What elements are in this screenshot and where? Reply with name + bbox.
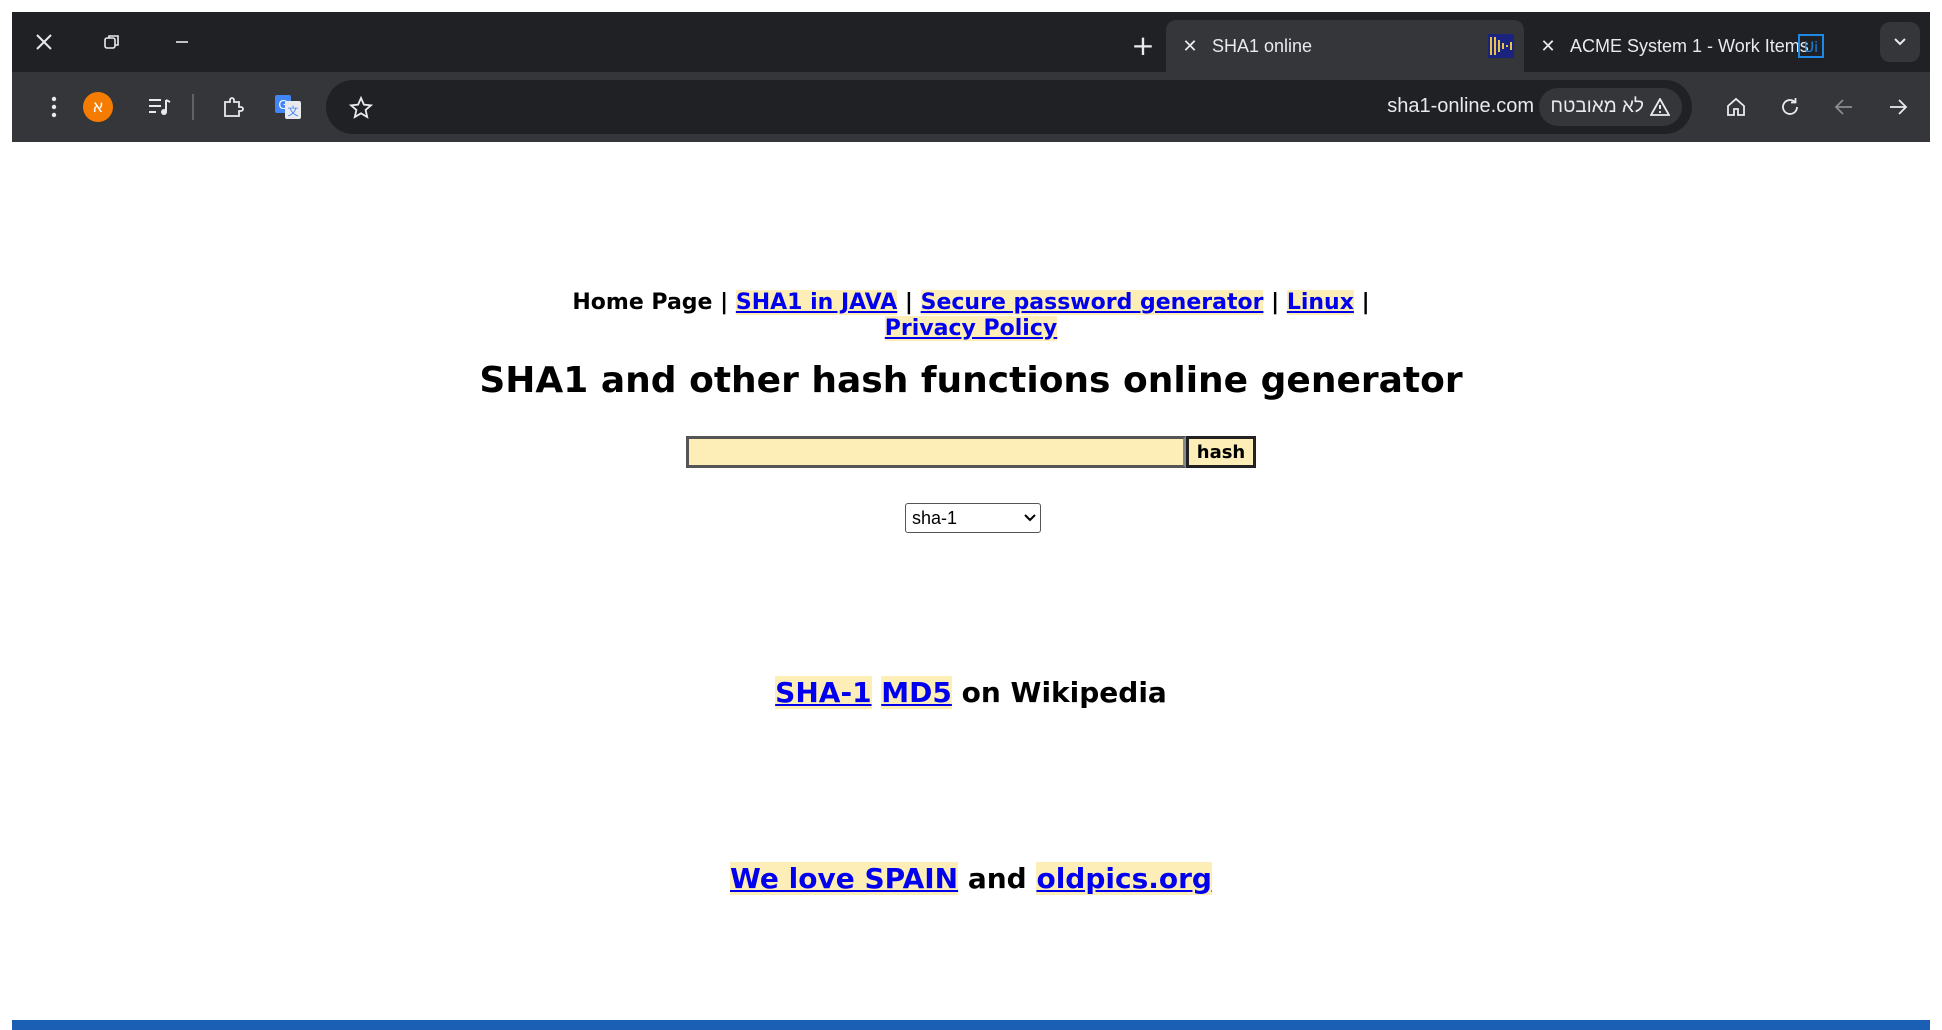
tab-title: SHA1 online	[1212, 35, 1313, 56]
wiki-link-sha1[interactable]: SHA-1	[775, 676, 872, 709]
wiki-link-md5[interactable]: MD5	[881, 676, 952, 709]
close-window-icon[interactable]	[24, 22, 64, 62]
bookmark-star-icon[interactable]	[346, 93, 376, 123]
url-text[interactable]: sha1-online.com	[1387, 95, 1534, 118]
chevron-down-icon	[1024, 514, 1036, 522]
hash-button[interactable]: hash	[1186, 436, 1256, 468]
restore-window-icon[interactable]	[92, 22, 132, 62]
svg-text:文: 文	[288, 104, 299, 118]
back-arrow-icon[interactable]	[1824, 87, 1864, 127]
window-frame-top	[0, 0, 1942, 12]
tab-acme-system[interactable]: ✕ ACME System 1 - Work Items Ui	[1524, 20, 1834, 72]
translate-icon[interactable]: G文	[268, 87, 308, 127]
nav-separator: |	[720, 290, 729, 315]
footer-links: We love SPAIN and oldpics.org	[12, 862, 1930, 895]
profile-avatar[interactable]: א	[83, 92, 113, 122]
hash-input[interactable]	[686, 436, 1186, 468]
security-indicator[interactable]: לא מאובטח	[1538, 88, 1682, 126]
tab-close-icon[interactable]: ✕	[1180, 36, 1200, 57]
hash-form: hash	[686, 436, 1256, 468]
tab-sha1-online[interactable]: ✕ SHA1 online	[1166, 20, 1524, 72]
svg-text:Ui: Ui	[1804, 40, 1818, 56]
nav-separator: |	[904, 290, 913, 315]
web-page: Home Page | SHA1 in JAVA | Secure passwo…	[12, 142, 1930, 1018]
reading-list-icon[interactable]	[139, 87, 179, 127]
site-navigation: Home Page | SHA1 in JAVA | Secure passwo…	[12, 290, 1930, 342]
forward-arrow-icon[interactable]	[1878, 87, 1918, 127]
new-tab-button[interactable]: +	[1128, 29, 1158, 62]
algorithm-select[interactable]: sha-1	[905, 503, 1041, 533]
wiki-suffix: on Wikipedia	[961, 676, 1167, 709]
footer-link-spain[interactable]: We love SPAIN	[730, 862, 959, 895]
kebab-menu-icon[interactable]	[34, 87, 74, 127]
nav-link-linux[interactable]: Linux	[1286, 290, 1354, 315]
tab-close-icon[interactable]: ✕	[1538, 36, 1558, 57]
footer-link-oldpics[interactable]: oldpics.org	[1036, 862, 1212, 895]
warning-icon	[1650, 98, 1670, 116]
nav-separator: |	[1361, 290, 1370, 315]
security-label: לא מאובטח	[1550, 96, 1644, 117]
footer-and: and	[967, 862, 1027, 895]
minimize-window-icon[interactable]	[162, 22, 202, 62]
nav-link-privacy-policy[interactable]: Privacy Policy	[884, 316, 1058, 341]
browser-chrome: + ✕ SHA1 online ✕ ACME System 1 - Work I…	[12, 12, 1930, 142]
tab-search-button[interactable]	[1880, 22, 1920, 62]
page-title: SHA1 and other hash functions online gen…	[479, 360, 1463, 401]
taskbar-edge	[12, 1020, 1930, 1030]
uipath-favicon-icon: Ui	[1798, 34, 1824, 58]
tab-strip: + ✕ SHA1 online ✕ ACME System 1 - Work I…	[12, 12, 1930, 72]
address-bar[interactable]: sha1-online.com לא מאובטח	[326, 80, 1692, 134]
home-icon[interactable]	[1716, 87, 1756, 127]
tab-title: ACME System 1 - Work Items	[1570, 35, 1809, 56]
nav-separator: |	[1271, 290, 1280, 315]
reload-icon[interactable]	[1770, 87, 1810, 127]
audio-favicon-icon	[1488, 34, 1514, 58]
nav-link-password-generator[interactable]: Secure password generator	[920, 290, 1264, 315]
wikipedia-links: SHA-1 MD5 on Wikipedia	[12, 676, 1930, 709]
algorithm-selected: sha-1	[912, 507, 958, 528]
nav-home-page: Home Page	[572, 290, 713, 315]
toolbar-separator	[192, 94, 194, 120]
toolbar: א G文 sha1-online.com לא מאובטח	[12, 72, 1930, 142]
nav-link-sha1-java[interactable]: SHA1 in JAVA	[735, 290, 898, 315]
extensions-icon[interactable]	[213, 87, 253, 127]
